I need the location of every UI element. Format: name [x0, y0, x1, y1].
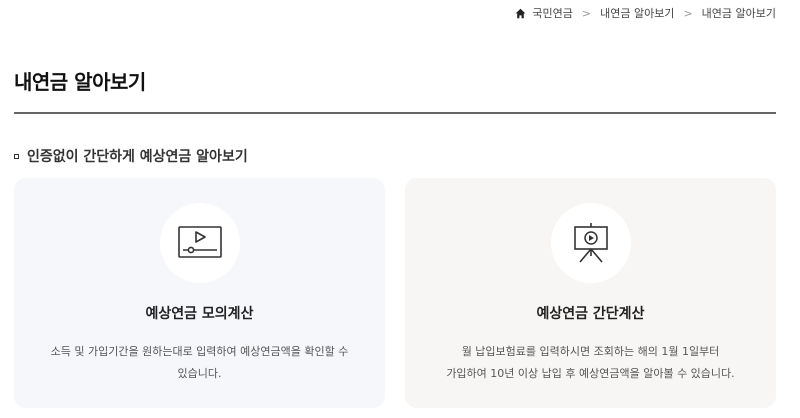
- card-description-line: 월 납입보험료를 입력하시면 조회하는 해의 1월 1일부터: [461, 345, 720, 358]
- card-title: 예상연금 모의계산: [145, 306, 254, 322]
- breadcrumb-item-category[interactable]: 내연금 알아보기: [600, 5, 674, 21]
- section-title-text: 인증없이 간단하게 예상연금 알아보기: [27, 149, 248, 165]
- card-description-line: 소득 및 가입기간을 원하는대로 입력하여 예상연금액을 확인할 수: [50, 345, 349, 358]
- video-player-icon: [159, 203, 240, 283]
- simple-calc-card[interactable]: 예상연금 간단계산 월 납입보험료를 입력하시면 조회하는 해의 1월 1일부터…: [405, 178, 776, 408]
- presentation-board-icon: [550, 203, 631, 283]
- page-title: 내연금 알아보기: [14, 70, 146, 94]
- breadcrumb-separator: >: [581, 6, 592, 20]
- card-description: 월 납입보험료를 입력하시면 조회하는 해의 1월 1일부터 가입하여 10년 …: [431, 341, 751, 385]
- section-title: 인증없이 간단하게 예상연금 알아보기: [14, 146, 248, 166]
- breadcrumb: 국민연금 > 내연금 알아보기 > 내연금 알아보기: [515, 5, 776, 21]
- breadcrumb-item-home[interactable]: 국민연금: [532, 5, 572, 21]
- card-title: 예상연금 간단계산: [536, 306, 645, 322]
- home-icon[interactable]: [515, 8, 526, 19]
- card-description-line: 가입하여 10년 이상 납입 후 예상연금액을 알아볼 수 있습니다.: [446, 367, 735, 380]
- card-description: 소득 및 가입기간을 원하는대로 입력하여 예상연금액을 확인할 수 있습니다.: [40, 341, 360, 385]
- square-bullet-icon: [14, 153, 19, 159]
- breadcrumb-separator: >: [683, 6, 693, 20]
- card-description-line: 있습니다.: [177, 367, 222, 380]
- simulation-calc-card[interactable]: 예상연금 모의계산 소득 및 가입기간을 원하는대로 입력하여 예상연금액을 확…: [14, 178, 385, 408]
- breadcrumb-item-current[interactable]: 내연금 알아보기: [702, 5, 776, 21]
- title-divider: [14, 112, 776, 114]
